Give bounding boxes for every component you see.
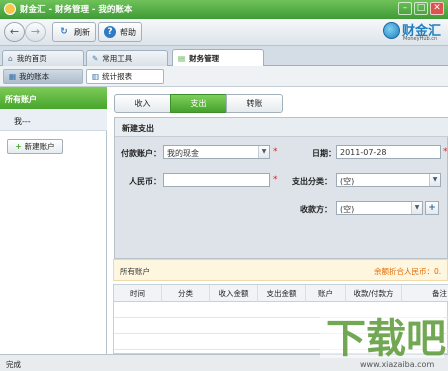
- close-button[interactable]: ✕: [430, 2, 444, 15]
- column-header[interactable]: 收入金额: [210, 285, 258, 302]
- new-account-label: 新建账户: [24, 142, 55, 151]
- category-select[interactable]: (空): [336, 173, 441, 187]
- report-icon: ▥: [92, 72, 100, 81]
- required-mark: *: [273, 147, 278, 157]
- form-title: 新建支出: [115, 118, 448, 137]
- main-tab-bar: ⌂ 我的首页 ✎ 常用工具 ▤ 财务管理: [0, 46, 448, 66]
- chevron-down-icon[interactable]: ▼: [429, 174, 440, 186]
- expense-form: 新建支出 付款账户： 我的现金 ▼ * 日期： 2011-07-28 * 人民币…: [114, 117, 448, 259]
- tab-tools[interactable]: ✎ 常用工具: [86, 50, 168, 66]
- summary-account: 所有账户: [120, 267, 150, 276]
- brand-logo: 财金汇 MoneyHub.cn: [383, 20, 443, 46]
- watermark-url: www.xiazaiba.com: [360, 360, 434, 369]
- tab-home-label: 我的首页: [16, 54, 47, 63]
- category-label: 支出分类：: [292, 177, 332, 186]
- date-label: 日期：: [312, 149, 336, 158]
- toolbar: ← → ↻ 刷新 ? 帮助: [0, 19, 448, 46]
- wrench-icon: ✎: [92, 54, 99, 63]
- tab-finance-label: 财务管理: [189, 53, 220, 63]
- sidebar-item-user[interactable]: 我---: [0, 109, 107, 131]
- column-header[interactable]: 分类: [162, 285, 210, 302]
- tab-transfer[interactable]: 转账: [226, 94, 283, 113]
- help-icon: ?: [104, 26, 116, 38]
- column-header[interactable]: 账户: [306, 285, 346, 302]
- help-button[interactable]: ? 帮助: [98, 22, 142, 42]
- rmb-amount-input[interactable]: [163, 173, 270, 187]
- pay-account-label: 付款账户：: [121, 149, 161, 158]
- tab-finance[interactable]: ▤ 财务管理: [172, 49, 264, 66]
- sidebar-header[interactable]: 所有账户: [0, 87, 107, 109]
- sidebar: 所有账户 我--- + 新建账户: [0, 87, 107, 354]
- chevron-down-icon[interactable]: ▼: [411, 202, 422, 214]
- app-logo-icon: [4, 3, 16, 15]
- refresh-label: 刷新: [74, 27, 90, 37]
- tab-tools-label: 常用工具: [102, 54, 133, 63]
- date-input[interactable]: 2011-07-28: [336, 145, 441, 159]
- help-label: 帮助: [120, 27, 136, 37]
- date-value: 2011-07-28: [340, 148, 387, 157]
- required-mark: *: [443, 147, 448, 157]
- column-header[interactable]: 收款/付款方: [346, 285, 402, 302]
- column-header[interactable]: 时间: [114, 285, 162, 302]
- add-payee-button[interactable]: +: [425, 201, 439, 215]
- status-text: 完成: [6, 360, 21, 369]
- clipboard-icon: ▤: [178, 53, 186, 63]
- watermark-text: 下载吧: [326, 316, 446, 362]
- subtab-reports[interactable]: ▥ 统计报表: [86, 69, 164, 84]
- tab-expense[interactable]: 支出: [170, 94, 227, 113]
- subtab-ledger[interactable]: ▦ 我的账本: [3, 69, 83, 84]
- pay-account-select[interactable]: 我的现金: [163, 145, 270, 159]
- column-header[interactable]: 支出金额: [258, 285, 306, 302]
- brand-globe-icon: [383, 22, 400, 39]
- sub-tab-bar: ▦ 我的账本 ▥ 统计报表: [0, 66, 448, 87]
- ledger-icon: ▦: [9, 72, 17, 81]
- account-summary: 所有账户 余额折合人民币：0.: [113, 259, 448, 281]
- refresh-icon: ↻: [60, 27, 68, 37]
- tab-income[interactable]: 收入: [114, 94, 171, 113]
- required-mark: *: [273, 175, 278, 185]
- rmb-label: 人民币：: [129, 177, 161, 186]
- new-account-button[interactable]: + 新建账户: [7, 139, 63, 154]
- back-button[interactable]: ←: [4, 22, 25, 42]
- category-value: (空): [340, 177, 355, 186]
- payee-value: (空): [340, 205, 355, 214]
- window-title: 财金汇 - 财务管理 - 我的账本: [20, 5, 133, 15]
- plus-icon: +: [15, 142, 22, 151]
- pay-account-value: 我的现金: [167, 149, 199, 158]
- maximize-button[interactable]: □: [414, 2, 428, 15]
- payee-label: 收款方：: [300, 205, 332, 214]
- summary-balance: 余额折合人民币：0.: [374, 267, 442, 276]
- subtab-ledger-label: 我的账本: [19, 72, 50, 81]
- chevron-down-icon[interactable]: ▼: [258, 146, 269, 158]
- column-header[interactable]: 备注: [402, 285, 448, 302]
- tab-home[interactable]: ⌂ 我的首页: [2, 50, 84, 66]
- forward-button[interactable]: →: [25, 22, 46, 42]
- minimize-button[interactable]: –: [398, 2, 412, 15]
- house-icon: ⌂: [8, 54, 13, 63]
- payee-select[interactable]: (空): [336, 201, 423, 215]
- watermark-logo: 下载吧 www.xiazaiba.com: [318, 306, 446, 371]
- subtab-reports-label: 统计报表: [102, 72, 133, 81]
- refresh-button[interactable]: ↻ 刷新: [52, 22, 96, 42]
- brand-url: MoneyHub.cn: [403, 36, 438, 42]
- title-bar: 财金汇 - 财务管理 - 我的账本 – □ ✕: [0, 0, 448, 19]
